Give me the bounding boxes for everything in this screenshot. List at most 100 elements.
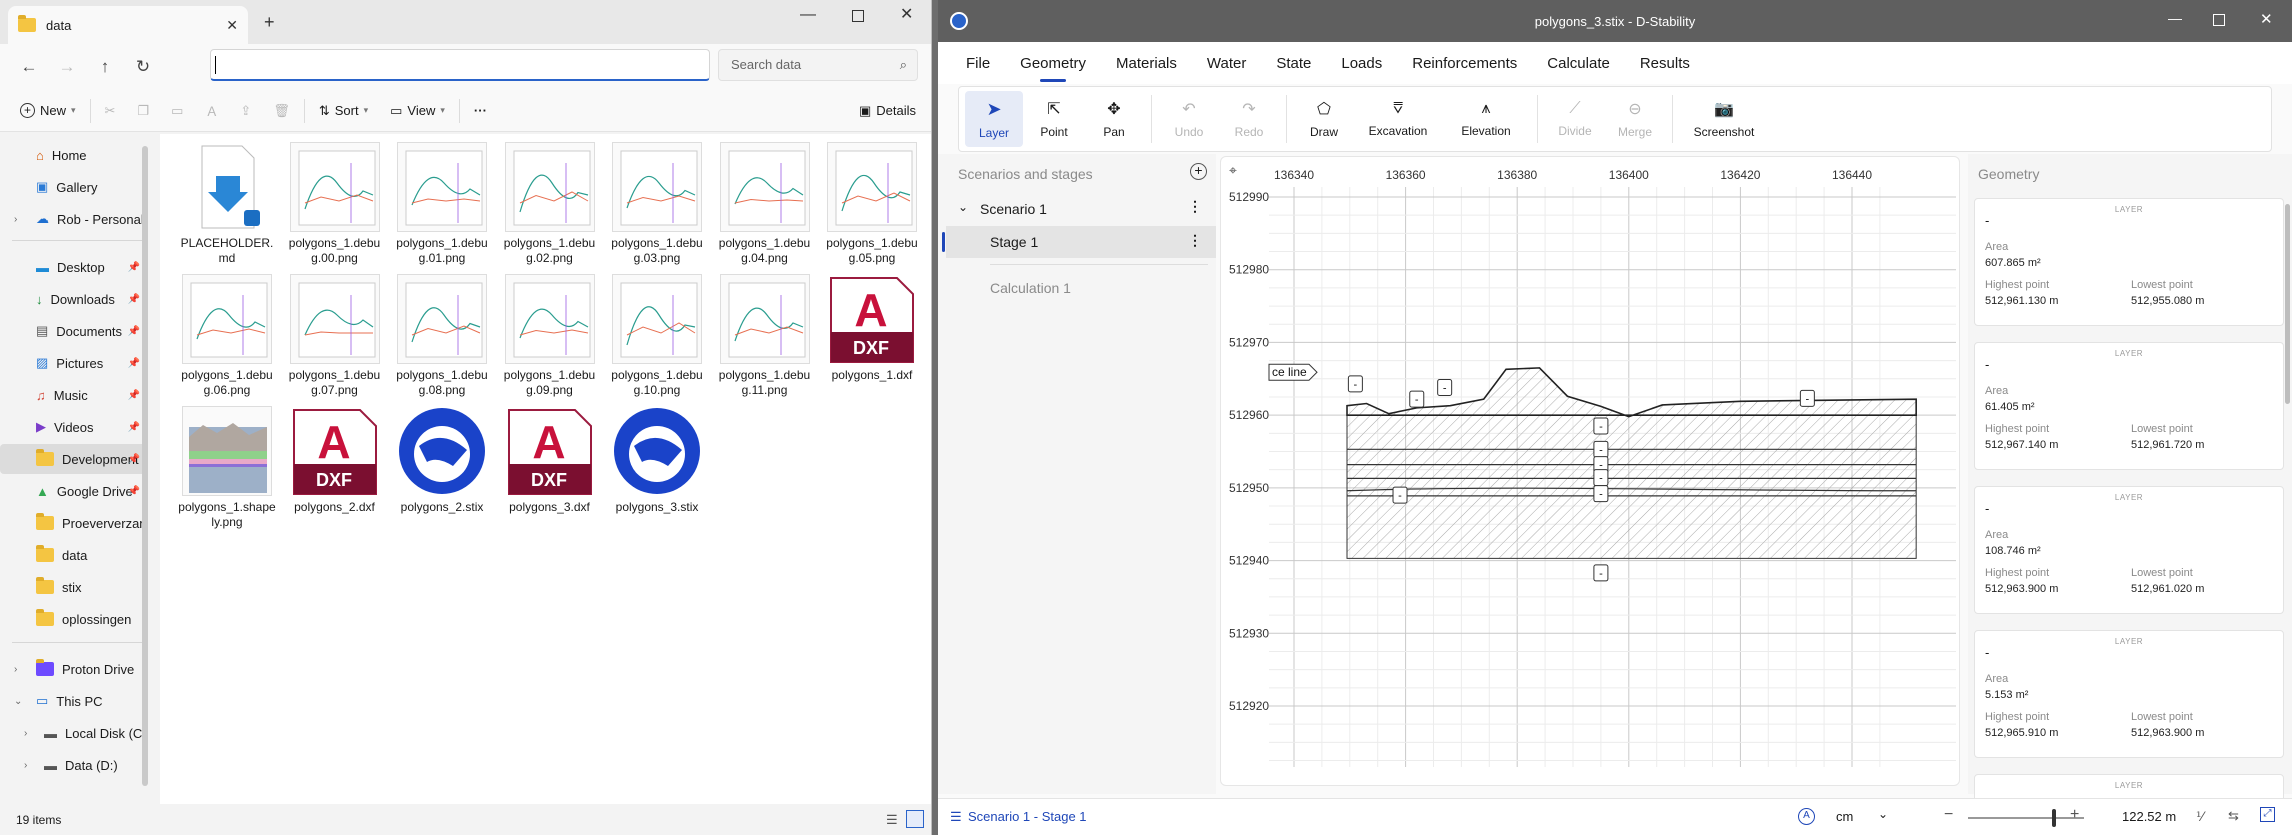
layer-marker[interactable]: - [1593,485,1609,503]
file-tile[interactable]: polygons_1.debug.02.png [500,142,600,266]
elevation-button[interactable]: ⩚ Elevation [1443,91,1529,147]
layer-marker[interactable]: - [1593,564,1609,582]
nav-gallery[interactable]: ▣ Gallery [0,172,148,202]
nav-onedrive[interactable]: › ☁ Rob - Personal [0,204,148,234]
menu-state[interactable]: State [1276,51,1311,76]
explorer-tab[interactable]: data ✕ [8,6,248,44]
file-tile[interactable]: polygons_2.stix [392,406,492,515]
layer-card[interactable]: LAYER - Area 61.405 m² Highest point 512,967.… [1974,342,2284,470]
nav-data[interactable]: data [0,540,148,570]
chevron-down-icon[interactable]: ⌄ [958,200,968,214]
minimize-icon[interactable]: — [800,6,816,24]
new-button[interactable]: + New ▾ [12,97,84,124]
layer-marker[interactable]: - [1409,390,1425,408]
layer-marker[interactable]: - [1437,379,1453,397]
file-tile[interactable]: polygons_1.debug.07.png [285,274,385,398]
nav-google-drive[interactable]: ▲ Google Drive 📌 [0,476,148,506]
paste-button[interactable]: ▭ [163,97,191,125]
back-icon[interactable]: ← [10,49,48,85]
target-icon[interactable]: ⌖ [1229,162,1237,178]
menu-calculate[interactable]: Calculate [1547,51,1610,76]
geometry-canvas[interactable]: 136340 136360 136380 136400 136420 136440 5129… [1220,156,1960,786]
menu-geometry[interactable]: Geometry [1020,51,1086,82]
unit-select[interactable]: cm [1836,809,1853,824]
file-tile[interactable]: polygons_1.debug.05.png [822,142,922,266]
redo-button[interactable]: ↷ Redo [1220,91,1278,147]
nav-documents[interactable]: ▤ Documents 📌 [0,316,148,346]
menu-loads[interactable]: Loads [1341,51,1382,76]
list-icon[interactable]: ☰ [950,809,962,825]
stage-menu-icon[interactable]: ⋮ [1188,232,1202,249]
zoom-out-icon[interactable]: − [1944,806,1953,824]
nav-desktop[interactable]: ▬ Desktop 📌 [0,252,148,282]
nav-oplossingen[interactable]: oplossingen [0,604,148,634]
nav-music[interactable]: ♫ Music 📌 [0,380,148,410]
stage-row[interactable]: Stage 1 ⋮ [942,226,1216,258]
file-tile[interactable]: A DXF polygons_2.dxf [285,406,385,515]
nav-videos[interactable]: ▶ Videos 📌 [0,412,148,442]
menu-file[interactable]: File [966,51,990,76]
tiles-view-icon[interactable] [906,810,924,828]
stage-breadcrumb[interactable]: Scenario 1 - Stage 1 [968,809,1087,824]
pan-tool-button[interactable]: ✥ Pan [1085,91,1143,147]
file-tile[interactable]: polygons_1.debug.03.png [607,142,707,266]
cut-button[interactable]: ✂ [97,97,124,125]
geometry-plot[interactable]: 136340 136360 136380 136400 136420 136440 5129… [1221,157,1961,787]
swap-icon[interactable]: ⇆ [2228,808,2239,824]
percent-icon[interactable]: ⅟ [2196,809,2203,825]
nav-local-disk[interactable]: › ▬ Local Disk (C:) [0,718,148,748]
draw-button[interactable]: ⬠ Draw [1295,91,1353,147]
forward-icon[interactable]: → [48,49,86,85]
file-tile[interactable]: polygons_1.debug.04.png [715,142,815,266]
file-tile[interactable]: polygons_1.debug.10.png [607,274,707,398]
refresh-icon[interactable]: ↻ [124,49,162,85]
delete-button[interactable]: 🗑 [265,97,298,125]
nav-this-pc[interactable]: ⌄ ▭ This PC [0,686,148,716]
file-tile[interactable]: polygons_1.shapely.png [177,406,277,530]
file-tile[interactable]: polygons_1.debug.00.png [285,142,385,266]
file-tile[interactable]: A DXF polygons_1.dxf [822,274,922,383]
file-tile[interactable]: PLACEHOLDER.md [177,142,277,266]
zoom-in-icon[interactable]: + [2070,806,2079,824]
nav-development[interactable]: Development 📌 [0,444,148,474]
maximize-icon[interactable] [852,10,864,22]
maximize-icon[interactable] [2213,14,2225,26]
layer-tool-button[interactable]: ➤ Layer [965,91,1023,147]
file-tile[interactable]: A DXF polygons_3.dxf [500,406,600,515]
geometry-scrollbar[interactable] [2285,204,2290,404]
menu-materials[interactable]: Materials [1116,51,1177,76]
nav-scrollbar[interactable] [142,146,148,786]
file-tile[interactable]: polygons_1.debug.01.png [392,142,492,266]
nav-data-drive[interactable]: › ▬ Data (D:) [0,750,148,780]
nav-downloads[interactable]: ↓ Downloads 📌 [0,284,148,314]
nav-proeververzameling[interactable]: Proeververzameling [0,508,148,538]
close-window-icon[interactable]: ✕ [2260,10,2273,28]
screenshot-button[interactable]: 📷 Screenshot [1681,91,1767,147]
minimize-icon[interactable]: — [2168,10,2182,26]
zoom-slider-thumb[interactable] [2052,809,2056,827]
search-input[interactable]: Search data ⌕ [718,49,918,81]
undo-button[interactable]: ↶ Undo [1160,91,1218,147]
file-tile[interactable]: polygons_3.stix [607,406,707,515]
layer-marker[interactable]: - [1593,417,1609,435]
divide-button[interactable]: ⟋ Divide [1546,91,1604,147]
chevron-down-icon[interactable]: ⌄ [1878,807,1888,821]
soil-layer-body[interactable] [1346,414,1917,559]
nav-home[interactable]: ⌂ Home [0,140,148,170]
up-icon[interactable]: ↑ [86,49,124,85]
top-soil-layer[interactable] [1346,367,1917,418]
close-window-icon[interactable]: ✕ [900,4,913,24]
address-input[interactable] [210,49,710,81]
sort-button[interactable]: ⇅ Sort ▾ [311,97,376,125]
rename-button[interactable]: Ａ [197,95,226,126]
menu-reinforcements[interactable]: Reinforcements [1412,51,1517,76]
menu-results[interactable]: Results [1640,51,1690,76]
zoom-slider[interactable] [1968,809,2084,827]
nav-proton-drive[interactable]: › Proton Drive [0,654,148,684]
scenario-menu-icon[interactable]: ⋮ [1188,198,1202,215]
nav-stix[interactable]: stix [0,572,148,602]
layer-marker[interactable]: - [1392,486,1408,504]
calculation-item[interactable]: Calculation 1 [990,280,1071,296]
details-button[interactable]: ▣ Details [851,97,924,125]
menu-water[interactable]: Water [1207,51,1246,76]
